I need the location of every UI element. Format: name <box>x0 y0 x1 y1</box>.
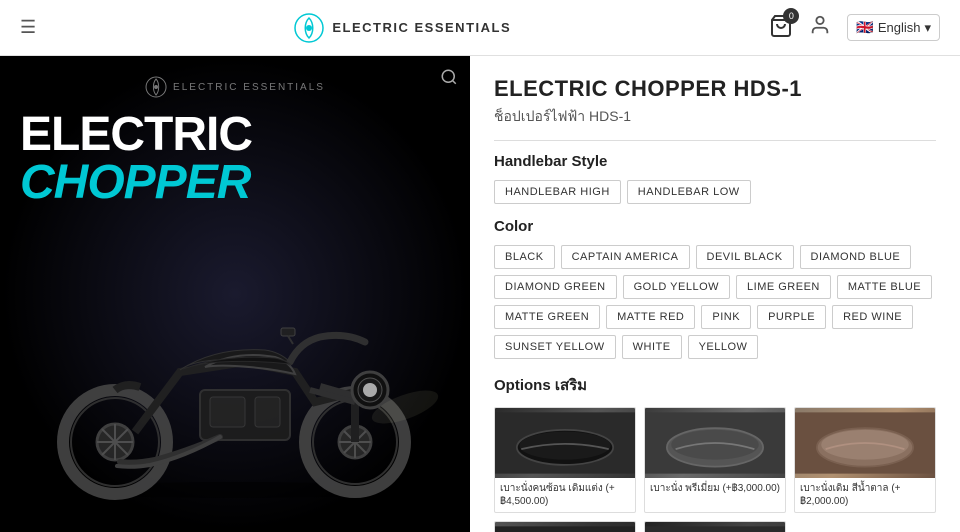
extra-seat-leather[interactable]: เบาะนั่งเดิม สีน้ำตาล (+ ฿2,000.00) <box>794 407 936 513</box>
extras-grid: เบาะนั่งคนซ้อน เดิมแต่ง (+ ฿4,500.00) เบ… <box>494 407 936 532</box>
color-diamond-blue[interactable]: DIAMOND BLUE <box>800 245 912 269</box>
chevron-down-icon: ▾ <box>924 20 931 36</box>
chopper-title: ELECTRIC CHOPPER <box>20 111 450 207</box>
brand-logo-icon <box>294 13 324 43</box>
handlebar-high-button[interactable]: HANDLEBAR HIGH <box>494 180 621 204</box>
watermark-logo-icon <box>145 76 167 98</box>
chopper-line2: CHOPPER <box>20 159 450 207</box>
extra-item-5-image <box>645 522 785 532</box>
extra-seat-premium-desc: เบาะนั่ง พรีเมี่ยม (+฿3,000.00) <box>645 478 785 499</box>
color-section: Color BLACK CAPTAIN AMERICA DEVIL BLACK … <box>494 218 936 359</box>
chopper-line1: ELECTRIC <box>20 111 450 159</box>
handlebar-label: Handlebar Style <box>494 153 936 170</box>
motorcycle-container <box>10 242 460 502</box>
watermark-brand-text: ELECTRIC ESSENTIALS <box>173 82 325 93</box>
color-sunset-yellow[interactable]: SUNSET YELLOW <box>494 335 616 359</box>
color-options: BLACK CAPTAIN AMERICA DEVIL BLACK DIAMON… <box>494 245 936 359</box>
motorcycle-image <box>25 242 445 502</box>
header-center: ELECTRIC ESSENTIALS <box>294 13 511 43</box>
extra-item-5-icon <box>645 522 785 532</box>
extra-seat-custom-icon <box>495 408 635 478</box>
extra-seat-premium-icon <box>645 408 785 478</box>
extra-seat-leather-image <box>795 408 935 478</box>
brand-watermark: ELECTRIC ESSENTIALS <box>145 76 325 98</box>
color-matte-blue[interactable]: MATTE BLUE <box>837 275 932 299</box>
brand-name: ELECTRIC ESSENTIALS <box>332 20 511 35</box>
color-devil-black[interactable]: DEVIL BLACK <box>696 245 794 269</box>
extra-item-4-icon <box>495 522 635 532</box>
cart-badge: 0 <box>783 8 799 24</box>
extra-seat-leather-desc: เบาะนั่งเดิม สีน้ำตาล (+ ฿2,000.00) <box>795 478 935 512</box>
account-icon[interactable] <box>809 14 831 42</box>
color-yellow[interactable]: YELLOW <box>688 335 759 359</box>
color-purple[interactable]: PURPLE <box>757 305 826 329</box>
extra-seat-custom-desc: เบาะนั่งคนซ้อน เดิมแต่ง (+ ฿4,500.00) <box>495 478 635 512</box>
main-content: ELECTRIC ESSENTIALS ELECTRIC CHOPPER <box>0 56 960 532</box>
color-red-wine[interactable]: RED WINE <box>832 305 913 329</box>
language-label: English <box>878 20 921 35</box>
color-gold-yellow[interactable]: GOLD YELLOW <box>623 275 730 299</box>
language-button[interactable]: 🇬🇧 English ▾ <box>847 14 940 41</box>
extra-item-5[interactable] <box>644 521 786 532</box>
handlebar-options: HANDLEBAR HIGH HANDLEBAR LOW <box>494 180 936 204</box>
extra-seat-custom[interactable]: เบาะนั่งคนซ้อน เดิมแต่ง (+ ฿4,500.00) <box>494 407 636 513</box>
extra-seat-premium[interactable]: เบาะนั่ง พรีเมี่ยม (+฿3,000.00) <box>644 407 786 513</box>
product-image-bg: ELECTRIC ESSENTIALS ELECTRIC CHOPPER <box>0 56 470 532</box>
extra-seat-premium-image <box>645 408 785 478</box>
cart-button[interactable]: 0 <box>769 14 793 41</box>
product-subtitle: ช็อปเปอร์ไฟฟ้า HDS-1 <box>494 106 936 141</box>
extra-item-4[interactable] <box>494 521 636 532</box>
extra-seat-custom-image <box>495 408 635 478</box>
color-matte-red[interactable]: MATTE RED <box>606 305 695 329</box>
color-pink[interactable]: PINK <box>701 305 751 329</box>
extra-seat-leather-icon <box>795 408 935 478</box>
search-icon[interactable] <box>440 68 458 91</box>
color-diamond-green[interactable]: DIAMOND GREEN <box>494 275 617 299</box>
hamburger-icon[interactable]: ☰ <box>20 17 36 38</box>
header-right: 0 🇬🇧 English ▾ <box>769 14 940 42</box>
product-details-panel: ELECTRIC CHOPPER HDS-1 ช็อปเปอร์ไฟฟ้า HD… <box>470 56 960 532</box>
color-matte-green[interactable]: MATTE GREEN <box>494 305 600 329</box>
extras-label: Options เสริม <box>494 373 936 397</box>
header: ☰ ELECTRIC ESSENTIALS 0 🇬🇧 Eng <box>0 0 960 56</box>
color-lime-green[interactable]: LIME GREEN <box>736 275 831 299</box>
handlebar-low-button[interactable]: HANDLEBAR LOW <box>627 180 751 204</box>
color-label: Color <box>494 218 936 235</box>
flag-icon: 🇬🇧 <box>856 19 873 36</box>
color-white[interactable]: WHITE <box>622 335 682 359</box>
extra-item-4-image <box>495 522 635 532</box>
product-title: ELECTRIC CHOPPER HDS-1 <box>494 76 936 102</box>
header-left: ☰ <box>20 17 36 38</box>
color-captain-america[interactable]: CAPTAIN AMERICA <box>561 245 690 269</box>
color-black[interactable]: BLACK <box>494 245 555 269</box>
product-image-panel: ELECTRIC ESSENTIALS ELECTRIC CHOPPER <box>0 56 470 532</box>
